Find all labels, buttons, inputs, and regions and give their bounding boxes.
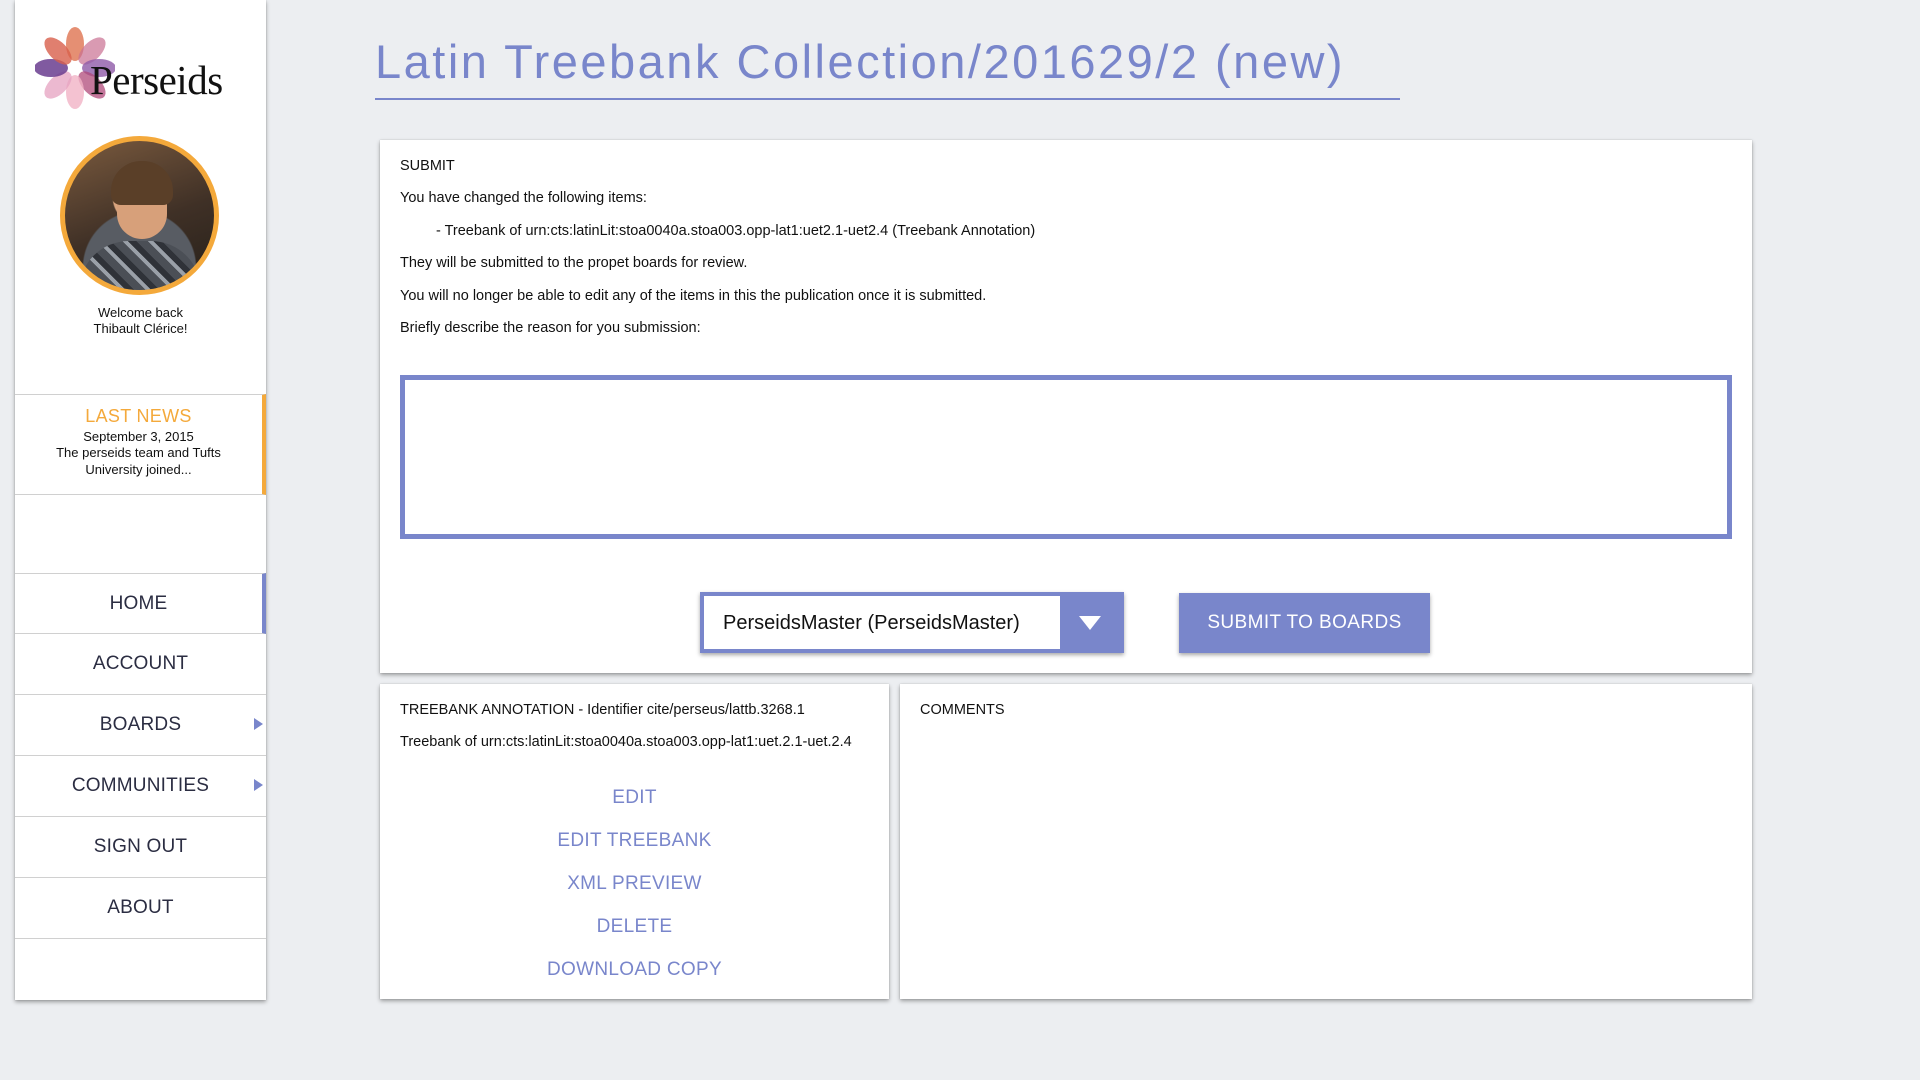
sidebar-item-communities[interactable]: COMMUNITIES	[15, 756, 266, 817]
sidebar-item-label: HOME	[109, 592, 168, 614]
avatar[interactable]	[60, 136, 219, 295]
changed-intro: You have changed the following items:	[400, 190, 647, 206]
boards-note: They will be submitted to the propet boa…	[400, 255, 748, 271]
treebank-actions: EDIT EDIT TREEBANK XML PREVIEW DELETE DO…	[380, 776, 889, 991]
sidebar-item-about[interactable]: ABOUT	[15, 878, 266, 939]
sidebar-item-label: ABOUT	[107, 897, 174, 918]
download-copy-link[interactable]: DOWNLOAD COPY	[380, 948, 889, 991]
reason-prompt: Briefly describe the reason for you subm…	[400, 320, 701, 336]
dropdown-toggle[interactable]	[1060, 596, 1120, 649]
delete-link[interactable]: DELETE	[380, 905, 889, 948]
comments-heading: COMMENTS	[920, 702, 1005, 718]
last-news[interactable]: LAST NEWS September 3, 2015 The perseids…	[15, 394, 266, 495]
edit-link[interactable]: EDIT	[380, 776, 889, 819]
board-select-value: PerseidsMaster (PerseidsMaster)	[723, 612, 1020, 634]
page-title: Latin Treebank Collection/201629/2 (new)	[375, 34, 1400, 100]
news-body: The perseids team and Tufts University j…	[56, 445, 221, 477]
sidebar-item-account[interactable]: ACCOUNT	[15, 634, 266, 695]
sidebar-item-label: SIGN OUT	[93, 836, 188, 857]
news-title: LAST NEWS	[85, 406, 192, 426]
submit-heading: SUBMIT	[400, 158, 455, 174]
treebank-heading: TREEBANK ANNOTATION - Identifier cite/pe…	[400, 702, 805, 718]
sidebar-item-boards[interactable]: BOARDS	[15, 695, 266, 756]
sidebar-item-label: BOARDS	[99, 714, 182, 735]
welcome-message: Welcome back Thibault Clérice!	[15, 305, 266, 337]
submit-to-boards-button[interactable]: SUBMIT TO BOARDS	[1179, 593, 1430, 653]
news-date: September 3, 2015	[83, 429, 194, 444]
edit-treebank-link[interactable]: EDIT TREEBANK	[380, 819, 889, 862]
treebank-description: Treebank of urn:cts:latinLit:stoa0040a.s…	[400, 734, 852, 750]
perseids-logo[interactable]: Perseids	[34, 14, 260, 119]
sidebar: Perseids Welcome back Thibault Clérice! …	[15, 0, 266, 1000]
submenu-arrow-icon	[254, 779, 263, 791]
xml-preview-link[interactable]: XML PREVIEW	[380, 862, 889, 905]
changed-item: - Treebank of urn:cts:latinLit:stoa0040a…	[436, 223, 1036, 239]
submission-reason-input[interactable]	[400, 375, 1732, 539]
treebank-panel: TREEBANK ANNOTATION - Identifier cite/pe…	[380, 684, 889, 999]
sidebar-item-home[interactable]: HOME	[15, 573, 266, 634]
chevron-down-icon	[1079, 616, 1101, 630]
welcome-line: Welcome back	[97, 305, 183, 320]
comments-panel: COMMENTS	[900, 684, 1752, 999]
submenu-arrow-icon	[254, 718, 263, 730]
board-select[interactable]: PerseidsMaster (PerseidsMaster)	[700, 592, 1124, 653]
sidebar-nav: HOME ACCOUNT BOARDS COMMUNITIES SIGN OUT…	[15, 573, 266, 939]
submit-panel: SUBMIT You have changed the following it…	[380, 140, 1752, 673]
sidebar-item-label: COMMUNITIES	[71, 775, 210, 796]
lock-note: You will no longer be able to edit any o…	[400, 288, 987, 304]
logo-wordmark: Perseids	[90, 57, 223, 103]
user-name: Thibault Clérice!	[93, 321, 188, 336]
sidebar-item-sign-out[interactable]: SIGN OUT	[15, 817, 266, 878]
sidebar-item-label: ACCOUNT	[92, 653, 189, 674]
